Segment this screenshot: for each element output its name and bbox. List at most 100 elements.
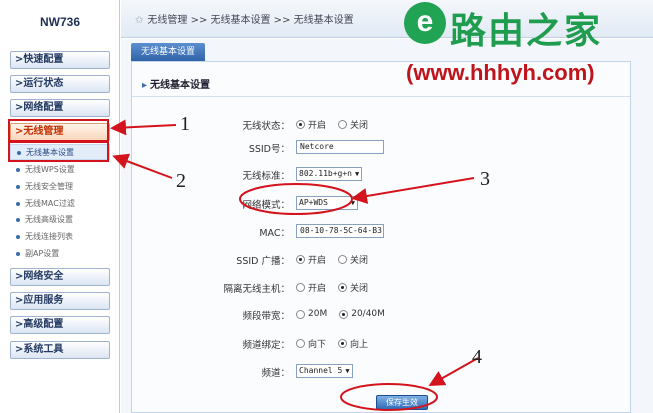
breadcrumb: ✩ 无线管理 >> 无线基本设置 >> 无线基本设置 xyxy=(135,11,354,26)
menu-network[interactable]: >网络配置 xyxy=(10,99,110,117)
option-label: 开启 xyxy=(308,120,327,131)
save-button[interactable]: 保存生效 xyxy=(376,395,428,410)
submenu-wireless-basic[interactable]: 无线基本设置 xyxy=(10,144,110,160)
mac-value-wrap: 08-10-78-5C-64-B3 xyxy=(296,222,384,240)
brand-logo-icon: e xyxy=(404,2,446,44)
radio-icon[interactable] xyxy=(296,282,305,292)
submenu-advanced[interactable]: 无线高级设置 xyxy=(10,212,110,228)
menu-wireless[interactable]: >无线管理 xyxy=(10,123,110,141)
select-value: 802.11b+g+n xyxy=(299,169,352,178)
bullet-icon xyxy=(16,217,20,222)
isolation-options: 开启 关闭 xyxy=(296,278,380,296)
submenu-connections[interactable]: 无线连接列表 xyxy=(10,229,110,245)
brand-url: (www.hhhyh.com) xyxy=(406,60,595,85)
isolation-label: 隔离无线主机： xyxy=(223,284,290,295)
submenu-label: 无线连接列表 xyxy=(25,232,73,241)
radio-icon[interactable] xyxy=(338,282,348,292)
menu-system-tools[interactable]: >系统工具 xyxy=(10,341,110,359)
select-value: Channel 5 xyxy=(299,366,343,375)
row-wireless-status: 无线状态： 开启 关闭 xyxy=(132,115,630,133)
radio-icon[interactable] xyxy=(296,119,305,129)
option-label: 向下 xyxy=(308,339,327,350)
standard-label: 无线标准： xyxy=(242,171,290,182)
submenu-label: 无线基本设置 xyxy=(26,148,74,157)
channel-label: 频道： xyxy=(261,368,290,379)
menu-services[interactable]: >应用服务 xyxy=(10,292,110,310)
row-standard: 无线标准： 802.11b+g+n ▼ xyxy=(132,165,630,183)
submenu-label: 无线WPS设置 xyxy=(25,165,75,174)
row-mac: MAC： 08-10-78-5C-64-B3 xyxy=(132,222,630,240)
wireless-status-off[interactable]: 关闭 xyxy=(338,118,368,131)
row-mode: 网络模式： AP+WDS ▼ xyxy=(132,194,630,212)
radio-icon[interactable] xyxy=(338,119,348,129)
select-value: AP+WDS xyxy=(299,198,328,207)
annotation-number-2: 2 xyxy=(176,170,186,192)
sidebar: NW736 >快速配置 >运行状态 >网络配置 >无线管理 无线基本设置 无线W… xyxy=(0,0,120,413)
radio-icon[interactable] xyxy=(296,338,305,348)
mode-label: 网络模式： xyxy=(242,200,290,211)
bandwidth-20-40m[interactable]: 20/40M xyxy=(339,309,385,319)
chevron-down-icon: ▼ xyxy=(345,367,350,375)
channel-select[interactable]: Channel 5 ▼ xyxy=(296,364,353,378)
wireless-status-options: 开启 关闭 xyxy=(296,115,380,133)
bandwidth-20m[interactable]: 20M xyxy=(296,309,327,319)
wireless-status-label: 无线状态： xyxy=(242,121,290,132)
radio-icon[interactable] xyxy=(339,309,349,319)
isolation-on[interactable]: 开启 xyxy=(296,281,326,294)
option-label: 20/40M xyxy=(351,309,385,319)
standard-select[interactable]: 802.11b+g+n ▼ xyxy=(296,167,363,181)
mode-select[interactable]: AP+WDS ▼ xyxy=(296,196,358,210)
bullet-icon xyxy=(17,150,21,155)
mac-label: MAC： xyxy=(259,228,290,239)
option-label: 向上 xyxy=(350,339,369,350)
channel-value-wrap: Channel 5 ▼ xyxy=(296,362,353,380)
mac-input[interactable]: 08-10-78-5C-64-B3 xyxy=(296,224,384,238)
submenu-mac-filter[interactable]: 无线MAC过滤 xyxy=(10,196,110,212)
ssid-broadcast-off[interactable]: 关闭 xyxy=(338,253,368,266)
menu-status[interactable]: >运行状态 xyxy=(10,75,110,93)
bullet-icon xyxy=(16,167,20,172)
bullet-icon xyxy=(16,201,20,206)
bandwidth-options: 20M 20/40M xyxy=(296,305,397,323)
option-label: 开启 xyxy=(308,255,327,266)
option-label: 开启 xyxy=(308,283,327,294)
row-bandwidth: 频段带宽： 20M 20/40M xyxy=(132,305,630,323)
ssid-broadcast-on[interactable]: 开启 xyxy=(296,253,326,266)
ssid-label: SSID号： xyxy=(248,144,290,155)
mode-value-wrap: AP+WDS ▼ xyxy=(296,194,358,212)
radio-icon[interactable] xyxy=(338,254,348,264)
ssid-broadcast-label: SSID 广播： xyxy=(236,256,290,267)
isolation-off[interactable]: 关闭 xyxy=(338,281,368,294)
row-ssid-broadcast: SSID 广播： 开启 关闭 xyxy=(132,250,630,268)
submenu-label: 无线安全管理 xyxy=(25,182,73,191)
menu-advanced[interactable]: >高级配置 xyxy=(10,316,110,334)
annotation-number-1: 1 xyxy=(180,113,190,135)
channel-bind-down[interactable]: 向下 xyxy=(296,337,326,350)
submenu-sub-ap[interactable]: 副AP设置 xyxy=(10,246,110,262)
standard-value-wrap: 802.11b+g+n ▼ xyxy=(296,165,363,183)
ssid-input[interactable]: Netcore xyxy=(296,140,384,154)
row-channel-bind: 频道绑定： 向下 向上 xyxy=(132,334,630,352)
row-ssid: SSID号： Netcore xyxy=(132,138,630,156)
annotation-number-3: 3 xyxy=(480,168,490,190)
brand-title: 路由之家 xyxy=(450,11,603,52)
settings-panel: 无线基本设置 无线状态： 开启 关闭 SSID号： Netcore 无线标准： … xyxy=(131,61,631,413)
submenu-security[interactable]: 无线安全管理 xyxy=(10,179,110,195)
option-label: 关闭 xyxy=(350,283,369,294)
menu-security[interactable]: >网络安全 xyxy=(10,268,110,286)
submenu-label: 无线高级设置 xyxy=(25,215,73,224)
tab-wireless-basic[interactable]: 无线基本设置 xyxy=(131,43,206,61)
radio-icon[interactable] xyxy=(338,338,348,348)
radio-icon[interactable] xyxy=(296,254,305,264)
bullet-icon xyxy=(16,184,20,189)
site-watermark: e 路由之家 (www.hhhyh.com) xyxy=(400,2,650,97)
menu-quick-setup[interactable]: >快速配置 xyxy=(10,51,110,69)
submenu-wps[interactable]: 无线WPS设置 xyxy=(10,162,110,178)
option-label: 20M xyxy=(308,309,328,319)
ssid-value-wrap: Netcore xyxy=(296,138,384,156)
bandwidth-label: 频段带宽： xyxy=(242,311,290,322)
wireless-status-on[interactable]: 开启 xyxy=(296,118,326,131)
annotation-number-4: 4 xyxy=(472,346,482,368)
radio-icon[interactable] xyxy=(296,309,305,319)
channel-bind-up[interactable]: 向上 xyxy=(338,337,368,350)
